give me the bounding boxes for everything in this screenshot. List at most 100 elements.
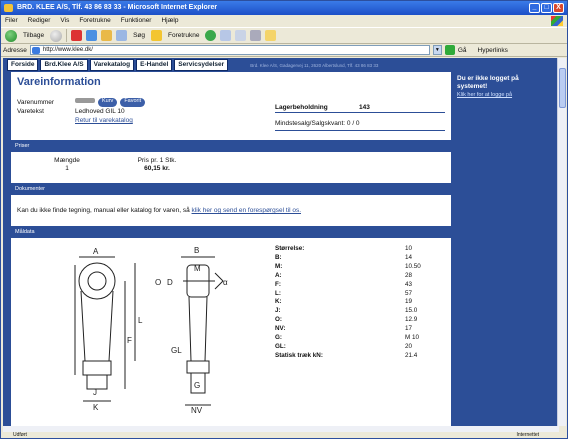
folder-icon[interactable] — [265, 30, 277, 41]
page-viewport: Forside Brd.Klee A/S Varekatalog E-Hande… — [3, 58, 559, 426]
browser-window: BRD. KLEE A/S, Tlf. 43 86 83 33 - Micros… — [0, 0, 568, 439]
dim-key: B: — [275, 253, 282, 261]
dimension-row: F: 43 — [275, 281, 450, 290]
toolbar: Tilbage Søg Foretrukne — [1, 27, 567, 44]
close-button[interactable]: X — [553, 3, 564, 13]
dim-key: NV: — [275, 325, 286, 333]
dim-key: F: — [275, 280, 281, 288]
menu-bar: Filer Rediger Vis Foretrukne Funktioner … — [1, 15, 567, 27]
dim-value: 21.4 — [405, 351, 418, 359]
address-dropdown-icon[interactable]: ▼ — [432, 45, 442, 55]
rod-end-drawing: A B M O D α L F J K GL G NV — [74, 246, 228, 413]
priser-header: Priser — [11, 140, 451, 152]
lager-label: Lagerbeholdning — [275, 104, 328, 111]
nav-varekatalog[interactable]: Varekatalog — [89, 59, 135, 71]
dim-value: 28 — [405, 271, 413, 279]
maengde-header: Mængde — [54, 157, 80, 164]
drawing-label-o: O — [155, 278, 161, 287]
dokumenter-sentence: Kan du ikke finde tegning, manual eller … — [17, 207, 190, 214]
menu-vis[interactable]: Vis — [60, 15, 69, 27]
dim-value: 57 — [405, 289, 413, 297]
go-arrow-icon[interactable] — [444, 45, 455, 55]
menu-rediger[interactable]: Rediger — [28, 15, 51, 27]
ie-icon — [4, 4, 13, 12]
search-icon[interactable] — [116, 30, 128, 41]
maaldata-header: Måldata — [11, 226, 451, 238]
drawing-label-alpha: α — [223, 278, 228, 287]
pris-value: 60,15 kr. — [144, 165, 170, 172]
address-value: http://www.klee.dk/ — [42, 47, 93, 53]
favorites-star-icon[interactable] — [151, 30, 162, 41]
dokumenter-header: Dokumenter — [11, 183, 451, 195]
dim-value: 15.0 — [405, 307, 418, 315]
dokumenter-text: Kan du ikke finde tegning, manual eller … — [17, 207, 445, 214]
dim-key: GL: — [275, 342, 286, 350]
varenummer-label: Varenummer — [17, 99, 55, 106]
home-icon[interactable] — [101, 30, 113, 41]
nav-brd-klee[interactable]: Brd.Klee A/S — [40, 59, 88, 71]
dim-value: 20 — [405, 342, 413, 350]
divider — [275, 112, 445, 113]
menu-hjaelp[interactable]: Hjælp — [161, 15, 178, 27]
mail-icon[interactable] — [235, 30, 247, 41]
menu-foretrukne[interactable]: Foretrukne — [79, 15, 110, 27]
back-arrow-icon[interactable] — [5, 29, 17, 42]
dimension-table: Størrelse: 10 B: 14 M: 10.50 A: 28 F: 43 L: 57… — [275, 245, 450, 361]
forward-arrow-icon[interactable] — [50, 29, 63, 42]
nav-forside[interactable]: Forside — [7, 59, 39, 71]
divider — [275, 130, 445, 131]
dim-value: 43 — [405, 280, 413, 288]
product-info: Varenummer Kurv Favorit Varetekst Ledhov… — [17, 98, 445, 134]
dim-value: 10.50 — [405, 262, 421, 270]
address-label: Adresse — [3, 46, 27, 54]
dim-key: M: — [275, 262, 283, 270]
address-input[interactable]: http://www.klee.dk/ — [29, 45, 430, 55]
dimension-row: Statisk træk kN: 21.4 — [275, 352, 450, 361]
menu-funktioner[interactable]: Funktioner — [121, 15, 152, 27]
nav-servicsydelser[interactable]: Servicsydelser — [174, 59, 229, 71]
stop-icon[interactable] — [71, 30, 83, 41]
vertical-scrollbar[interactable] — [557, 58, 566, 426]
pris-header: Pris pr. 1 Stk. — [137, 157, 177, 164]
menu-filer[interactable]: Filer — [5, 15, 18, 27]
scroll-thumb[interactable] — [559, 68, 566, 108]
dimension-row: A: 28 — [275, 272, 450, 281]
back-button[interactable]: Tilbage — [21, 32, 46, 39]
windows-logo-icon — [551, 16, 563, 26]
minimize-button[interactable]: _ — [529, 3, 540, 13]
maximize-button[interactable]: □ — [541, 3, 552, 13]
maaldata-section: A B M O D α L F J K GL G NV Størrelse: 1… — [17, 243, 445, 413]
history-icon[interactable] — [220, 30, 232, 41]
favorit-button[interactable]: Favorit — [120, 98, 146, 107]
favorites-button[interactable]: Foretrukne — [166, 32, 201, 39]
refresh-icon[interactable] — [86, 30, 98, 41]
price-table: Mængde 1 Pris pr. 1 Stk. 60,15 kr. — [17, 157, 445, 177]
dim-key: L: — [275, 289, 281, 297]
nav-e-handel[interactable]: E-Handel — [136, 59, 173, 71]
dim-value: 19 — [405, 298, 413, 306]
page-icon — [31, 47, 40, 54]
main-content: Vareinformation Varenummer Kurv Favorit … — [11, 72, 451, 426]
dim-key: Størrelse: — [275, 245, 305, 252]
status-bar: Udført Internettet — [1, 432, 567, 439]
forespoergsel-link[interactable]: klik her og send en forespørgsel til os. — [192, 207, 301, 214]
kurv-button[interactable]: Kurv — [98, 98, 118, 107]
go-button[interactable]: Gå — [458, 47, 467, 54]
retur-link[interactable]: Retur til varekatalog — [75, 116, 133, 125]
dim-key: O: — [275, 316, 282, 324]
login-link[interactable]: Klik her for at logge på — [457, 92, 512, 98]
login-sidebar: Du er ikke logget på systemet! Klik her … — [454, 72, 550, 426]
dimension-row: B: 14 — [275, 254, 450, 263]
drawing-label-d: D — [167, 278, 173, 287]
media-icon[interactable] — [205, 30, 217, 41]
dim-key: A: — [275, 271, 282, 279]
drawing-label-gl: GL — [171, 346, 182, 355]
print-icon[interactable] — [250, 30, 262, 41]
varenummer-value — [75, 98, 95, 103]
dimension-row: J: 15.0 — [275, 307, 450, 316]
drawing-label-b: B — [194, 246, 199, 255]
minsalg-text: Mindstesalg/Salgskvant: 0 / 0 — [275, 120, 360, 127]
links-button[interactable]: Hyperlinks — [478, 47, 508, 54]
search-button[interactable]: Søg — [131, 32, 147, 39]
